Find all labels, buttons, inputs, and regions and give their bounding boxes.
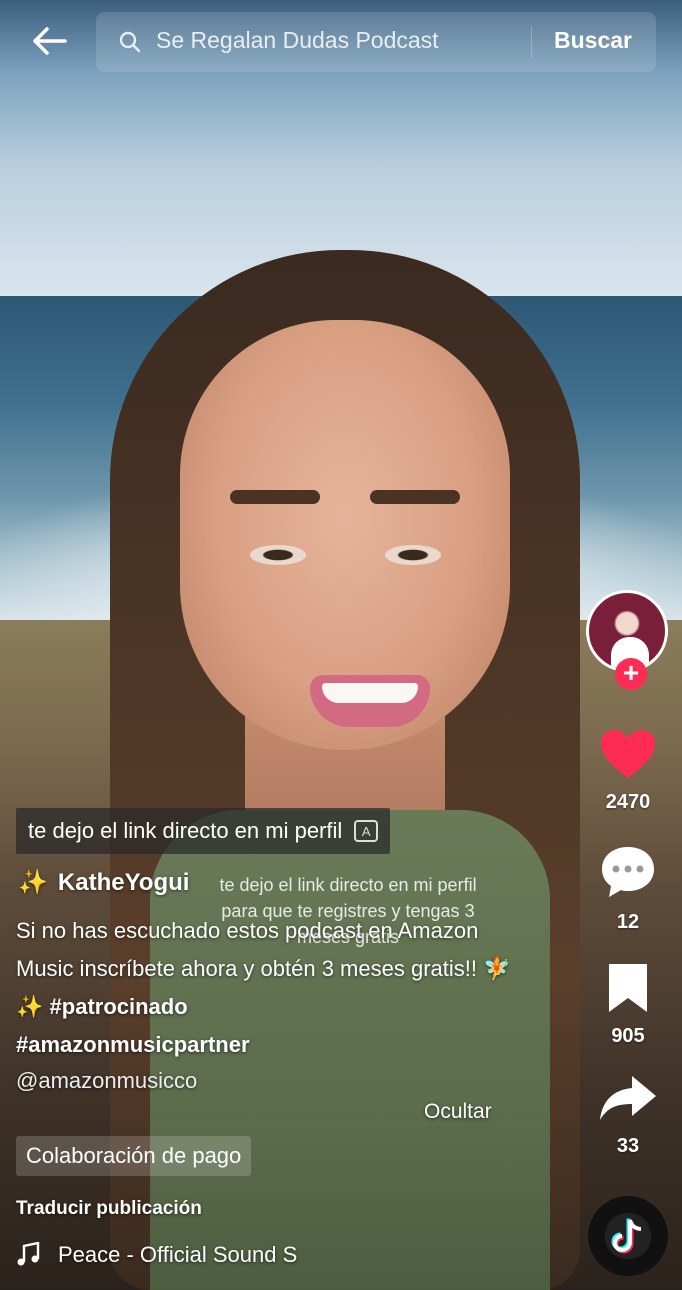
- like-button[interactable]: 2470: [580, 728, 676, 814]
- share-arrow-icon: [600, 1076, 656, 1120]
- comment-bubble-icon: [602, 847, 654, 897]
- heart-icon: [601, 730, 655, 778]
- person-brow-left: [230, 490, 320, 504]
- person-teeth: [322, 683, 418, 703]
- paid-partnership-badge: Colaboración de pago: [16, 1136, 252, 1176]
- comment-button[interactable]: 12: [580, 844, 676, 934]
- video-person: [110, 250, 610, 1290]
- mention-link[interactable]: @amazonmusicco: [16, 1068, 197, 1094]
- sound-row[interactable]: Peace - Official Sound S: [16, 1242, 297, 1268]
- music-note-icon: [17, 1242, 40, 1266]
- person-face: [180, 320, 510, 750]
- sparkle-icon: ✨: [18, 869, 48, 896]
- burned-caption-banner: te dejo el link directo en mi perfil A: [16, 808, 391, 854]
- hashtag-patrocinado[interactable]: #patrocinado: [50, 994, 188, 1019]
- search-bar[interactable]: Se Regalan Dudas Podcast Buscar: [96, 12, 656, 72]
- post-description: Si no has escuchado estos podcast en Ama…: [16, 912, 516, 1064]
- search-divider: [531, 26, 532, 58]
- sound-title[interactable]: Peace - Official Sound S: [58, 1242, 297, 1268]
- like-count: 2470: [605, 791, 651, 813]
- search-input[interactable]: Se Regalan Dudas Podcast: [156, 27, 439, 54]
- search-button[interactable]: Buscar: [554, 27, 632, 54]
- person-eye-right: [385, 545, 441, 565]
- follow-plus-icon[interactable]: +: [615, 658, 647, 690]
- comment-count: 12: [616, 911, 640, 933]
- burned-caption-text: te dejo el link directo en mi perfil: [28, 818, 343, 843]
- person-mouth: [310, 675, 430, 727]
- translate-link[interactable]: Traducir publicación: [16, 1198, 202, 1220]
- back-button[interactable]: [24, 20, 74, 62]
- share-count: 33: [616, 1135, 640, 1157]
- magnifier-icon: [119, 31, 141, 53]
- bookmark-button[interactable]: 905: [580, 962, 676, 1048]
- auto-caption-icon: A: [354, 820, 379, 842]
- person-eye-left: [250, 545, 306, 565]
- top-bar: Se Regalan Dudas Podcast Buscar: [0, 0, 682, 82]
- hide-button[interactable]: Ocultar: [424, 1100, 492, 1124]
- arrow-left-icon: [33, 27, 67, 55]
- person-brow-right: [370, 490, 460, 504]
- bookmark-count: 905: [611, 1025, 645, 1047]
- creator-avatar-button[interactable]: +: [586, 590, 670, 690]
- author-label[interactable]: KatheYogui: [58, 869, 190, 896]
- hashtag-amazonmusicpartner[interactable]: #amazonmusicpartner: [16, 1032, 250, 1057]
- sound-disc-button[interactable]: [588, 1196, 668, 1276]
- bookmark-icon: [609, 964, 647, 1012]
- tiktok-logo-icon: [611, 1218, 642, 1254]
- author-name[interactable]: ✨ KatheYogui: [18, 868, 189, 897]
- share-button[interactable]: 33: [580, 1074, 676, 1158]
- paid-partnership-label: Colaboración de pago: [26, 1143, 242, 1168]
